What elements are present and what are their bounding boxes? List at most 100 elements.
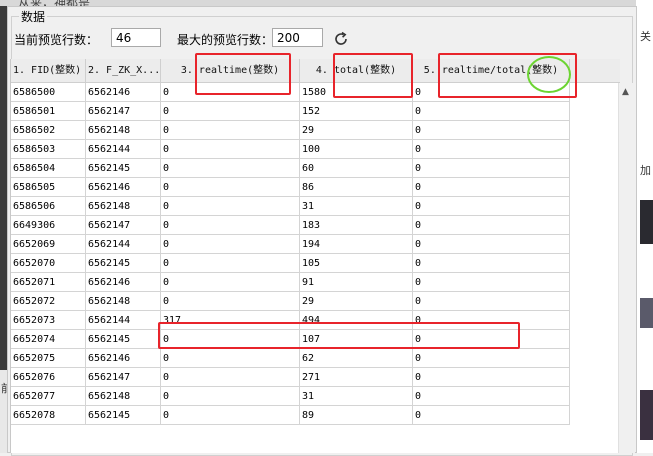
cell-fid[interactable]: 6652075 — [11, 349, 86, 368]
table-row[interactable]: 6652078 6562145 0 89 0 — [11, 406, 620, 425]
cell-fid[interactable]: 6652077 — [11, 387, 86, 406]
table-row[interactable]: 6652074 6562145 0 107 0 — [11, 330, 620, 349]
cell-realtime[interactable]: 0 — [161, 121, 300, 140]
column-header-f-zk-x[interactable]: 2. F_ZK_X... — [86, 59, 161, 83]
cell-fid[interactable]: 6652078 — [11, 406, 86, 425]
cell-realtime[interactable]: 0 — [161, 406, 300, 425]
cell-fid[interactable]: 6586502 — [11, 121, 86, 140]
cell-f-zk-x[interactable]: 6562145 — [86, 330, 161, 349]
cell-realtime[interactable]: 0 — [161, 292, 300, 311]
cell-realtime-total[interactable]: 0 — [413, 235, 570, 254]
cell-realtime[interactable]: 0 — [161, 273, 300, 292]
cell-fid[interactable]: 6652073 — [11, 311, 86, 330]
cell-total[interactable]: 60 — [300, 159, 413, 178]
table-row[interactable]: 6586502 6562148 0 29 0 — [11, 121, 620, 140]
cell-fid[interactable]: 6586501 — [11, 102, 86, 121]
cell-fid[interactable]: 6586503 — [11, 140, 86, 159]
cell-total[interactable]: 1580 — [300, 83, 413, 102]
table-row[interactable]: 6649306 6562147 0 183 0 — [11, 216, 620, 235]
cell-fid[interactable]: 6652071 — [11, 273, 86, 292]
scroll-up-icon[interactable]: ▲ — [622, 87, 629, 97]
cell-realtime[interactable]: 0 — [161, 102, 300, 121]
table-row[interactable]: 6652070 6562145 0 105 0 — [11, 254, 620, 273]
cell-fid[interactable]: 6586504 — [11, 159, 86, 178]
table-row[interactable]: 6586506 6562148 0 31 0 — [11, 197, 620, 216]
cell-f-zk-x[interactable]: 6562144 — [86, 140, 161, 159]
cell-fid[interactable]: 6649306 — [11, 216, 86, 235]
cell-realtime-total[interactable]: 0 — [413, 330, 570, 349]
cell-total[interactable]: 105 — [300, 254, 413, 273]
cell-realtime[interactable]: 0 — [161, 330, 300, 349]
cell-realtime[interactable]: 0 — [161, 197, 300, 216]
cell-f-zk-x[interactable]: 6562146 — [86, 273, 161, 292]
cell-realtime-total[interactable]: 0 — [413, 140, 570, 159]
cell-realtime-total[interactable]: 0 — [413, 83, 570, 102]
cell-total[interactable]: 89 — [300, 406, 413, 425]
cell-f-zk-x[interactable]: 6562147 — [86, 368, 161, 387]
cell-total[interactable]: 152 — [300, 102, 413, 121]
cell-realtime[interactable]: 0 — [161, 387, 300, 406]
cell-total[interactable]: 62 — [300, 349, 413, 368]
cell-realtime-total[interactable]: 0 — [413, 368, 570, 387]
cell-realtime-total[interactable]: 0 — [413, 406, 570, 425]
cell-f-zk-x[interactable]: 6562148 — [86, 197, 161, 216]
cell-f-zk-x[interactable]: 6562148 — [86, 121, 161, 140]
cell-realtime-total[interactable]: 0 — [413, 102, 570, 121]
cell-realtime-total[interactable]: 0 — [413, 349, 570, 368]
cell-fid[interactable]: 6586505 — [11, 178, 86, 197]
cell-f-zk-x[interactable]: 6562146 — [86, 178, 161, 197]
cell-realtime-total[interactable]: 0 — [413, 311, 570, 330]
cell-fid[interactable]: 6652069 — [11, 235, 86, 254]
cell-total[interactable]: 100 — [300, 140, 413, 159]
cell-realtime[interactable]: 0 — [161, 368, 300, 387]
cell-total[interactable]: 494 — [300, 311, 413, 330]
cell-fid[interactable]: 6652076 — [11, 368, 86, 387]
table-row[interactable]: 6652073 6562144 317 494 0 — [11, 311, 620, 330]
cell-realtime[interactable]: 317 — [161, 311, 300, 330]
cell-realtime-total[interactable]: 0 — [413, 121, 570, 140]
table-row[interactable]: 6586503 6562144 0 100 0 — [11, 140, 620, 159]
cell-realtime[interactable]: 0 — [161, 159, 300, 178]
cell-realtime-total[interactable]: 0 — [413, 197, 570, 216]
cell-realtime-total[interactable]: 0 — [413, 254, 570, 273]
column-header-realtime[interactable]: 3. realtime(整数) — [161, 59, 300, 83]
table-row[interactable]: 6652075 6562146 0 62 0 — [11, 349, 620, 368]
table-row[interactable]: 6652069 6562144 0 194 0 — [11, 235, 620, 254]
cell-total[interactable]: 194 — [300, 235, 413, 254]
cell-f-zk-x[interactable]: 6562147 — [86, 216, 161, 235]
cell-total[interactable]: 31 — [300, 387, 413, 406]
cell-realtime[interactable]: 0 — [161, 83, 300, 102]
cell-f-zk-x[interactable]: 6562146 — [86, 349, 161, 368]
table-row[interactable]: 6586500 6562146 0 1580 0 — [11, 83, 620, 102]
cell-realtime[interactable]: 0 — [161, 216, 300, 235]
cell-f-zk-x[interactable]: 6562144 — [86, 235, 161, 254]
cell-f-zk-x[interactable]: 6562145 — [86, 254, 161, 273]
cell-total[interactable]: 91 — [300, 273, 413, 292]
cell-realtime-total[interactable]: 0 — [413, 292, 570, 311]
table-row[interactable]: 6652072 6562148 0 29 0 — [11, 292, 620, 311]
cell-total[interactable]: 31 — [300, 197, 413, 216]
cell-realtime-total[interactable]: 0 — [413, 178, 570, 197]
refresh-button[interactable] — [331, 30, 351, 50]
cell-total[interactable]: 86 — [300, 178, 413, 197]
cell-total[interactable]: 29 — [300, 121, 413, 140]
cell-fid[interactable]: 6586506 — [11, 197, 86, 216]
current-rows-input[interactable] — [111, 28, 161, 47]
cell-fid[interactable]: 6652074 — [11, 330, 86, 349]
preview-table[interactable]: 1. FID(整数) 2. F_ZK_X... 3. realtime(整数) … — [10, 59, 620, 453]
cell-f-zk-x[interactable]: 6562148 — [86, 292, 161, 311]
cell-realtime-total[interactable]: 0 — [413, 159, 570, 178]
cell-realtime-total[interactable]: 0 — [413, 273, 570, 292]
table-row[interactable]: 6652071 6562146 0 91 0 — [11, 273, 620, 292]
cell-realtime-total[interactable]: 0 — [413, 216, 570, 235]
table-row[interactable]: 6586505 6562146 0 86 0 — [11, 178, 620, 197]
max-rows-input[interactable] — [272, 28, 323, 47]
table-row[interactable]: 6652077 6562148 0 31 0 — [11, 387, 620, 406]
cell-f-zk-x[interactable]: 6562145 — [86, 159, 161, 178]
cell-f-zk-x[interactable]: 6562145 — [86, 406, 161, 425]
cell-total[interactable]: 183 — [300, 216, 413, 235]
table-row[interactable]: 6586504 6562145 0 60 0 — [11, 159, 620, 178]
column-header-fid[interactable]: 1. FID(整数) — [11, 59, 86, 83]
vertical-scrollbar[interactable]: ▲ — [618, 83, 635, 453]
table-row[interactable]: 6586501 6562147 0 152 0 — [11, 102, 620, 121]
